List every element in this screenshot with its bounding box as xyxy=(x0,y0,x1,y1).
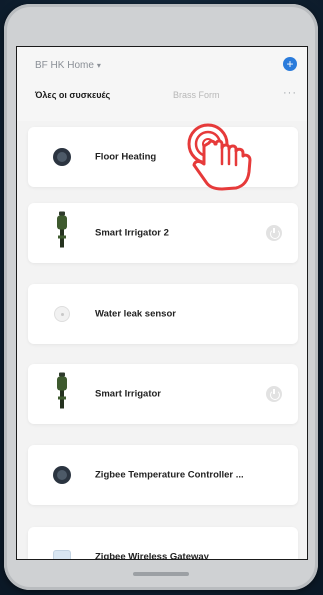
tab-brass-form[interactable]: Brass Form xyxy=(173,90,220,100)
device-name: Floor Heating xyxy=(95,151,157,163)
app-screen: BF HK Home ▾ + Όλες οι συσκευές Brass For… xyxy=(16,46,308,560)
irrigator-icon xyxy=(55,211,69,255)
thermostat-icon xyxy=(53,148,71,166)
tab-all-devices[interactable]: Όλες οι συσκευές xyxy=(35,90,110,100)
home-indicator xyxy=(133,572,189,576)
home-title: BF HK Home xyxy=(35,60,94,71)
irrigator-icon xyxy=(55,372,69,416)
device-card-zigbee-temp-controller[interactable]: Zigbee Temperature Controller ... xyxy=(28,445,298,505)
device-card-smart-irrigator-2[interactable]: Smart Irrigator 2 xyxy=(28,203,298,263)
device-card-smart-irrigator[interactable]: Smart Irrigator xyxy=(28,364,298,424)
tap-gesture-icon xyxy=(182,120,262,197)
thermostat-icon xyxy=(53,466,71,484)
power-button-icon[interactable] xyxy=(266,386,282,402)
sensor-icon xyxy=(54,306,70,322)
gateway-icon xyxy=(53,550,71,559)
more-icon[interactable]: ··· xyxy=(283,87,297,99)
device-name: Zigbee Wireless Gateway xyxy=(95,551,209,560)
device-name: Smart Irrigator 2 xyxy=(95,227,169,239)
device-card-water-leak-sensor[interactable]: Water leak sensor xyxy=(28,284,298,344)
device-name: Water leak sensor xyxy=(95,308,176,320)
add-device-button[interactable]: + xyxy=(283,57,297,71)
room-tabs: Όλες οι συσκευές Brass Form ··· xyxy=(35,87,297,104)
device-name: Zigbee Temperature Controller ... xyxy=(95,469,244,481)
power-button-icon[interactable] xyxy=(266,225,282,241)
phone-frame: BF HK Home ▾ + Όλες οι συσκευές Brass For… xyxy=(4,4,318,590)
device-name: Smart Irrigator xyxy=(95,388,161,400)
chevron-down-icon: ▾ xyxy=(96,61,101,70)
home-selector[interactable]: BF HK Home ▾ xyxy=(35,60,101,71)
device-card-zigbee-gateway[interactable]: Zigbee Wireless Gateway xyxy=(28,527,298,560)
app-header: BF HK Home ▾ + Όλες οι συσκευές Brass For… xyxy=(17,47,307,121)
